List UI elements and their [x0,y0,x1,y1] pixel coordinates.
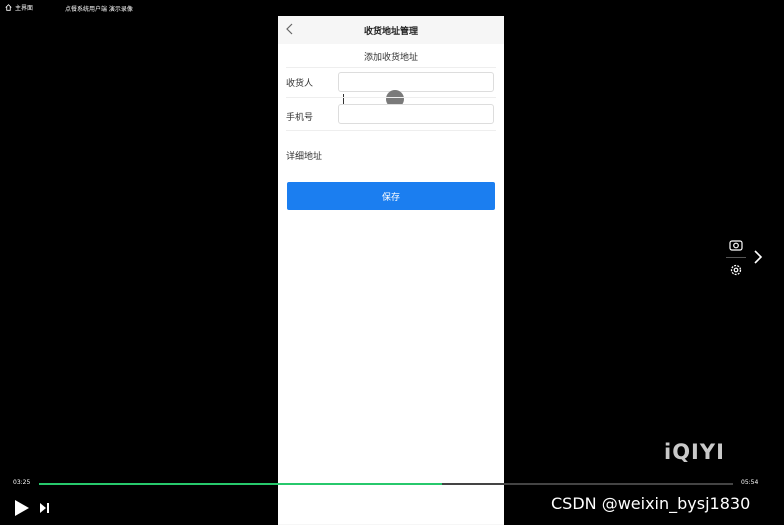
divider [286,67,496,68]
current-time: 03:25 [13,479,31,486]
address-label: 详细地址 [286,152,323,162]
gear-icon[interactable] [728,263,744,277]
phone-screen: 收货地址管理 添加收货地址 收货人 手机号 详细地址 保存 [278,16,504,525]
divider [286,97,496,98]
total-time: 05:54 [741,479,759,486]
phone-label: 手机号 [286,113,314,123]
play-icon[interactable] [13,499,31,517]
divider [726,257,746,258]
home-label: 主界面 [15,5,34,12]
divider [286,130,496,131]
nav-title: 收货地址管理 [363,27,418,37]
recipient-input[interactable] [338,72,494,92]
progress-fill [39,483,442,485]
home-button[interactable]: 主界面 [5,3,33,12]
nav-bar: 收货地址管理 [278,16,504,44]
chevron-right-icon[interactable] [752,249,764,265]
save-button[interactable]: 保存 [287,182,495,210]
progress-bar[interactable] [39,483,733,485]
recipient-label: 收货人 [286,79,314,89]
csdn-watermark: CSDN @weixin_bysj1830 [551,494,751,513]
player-title-bar: 主界面 点餐系统用户端 演示录像 [0,0,784,16]
iqiyi-watermark: iQIYI [664,440,725,464]
camera-icon[interactable] [728,238,744,252]
home-icon [5,4,12,11]
next-track-icon[interactable] [39,502,51,514]
address-form: 添加收货地址 收货人 手机号 详细地址 保存 [278,44,504,524]
phone-input[interactable] [338,104,494,124]
form-title: 添加收货地址 [363,53,418,63]
video-title: 点餐系统用户端 演示录像 [65,6,133,13]
side-tools [724,238,748,277]
